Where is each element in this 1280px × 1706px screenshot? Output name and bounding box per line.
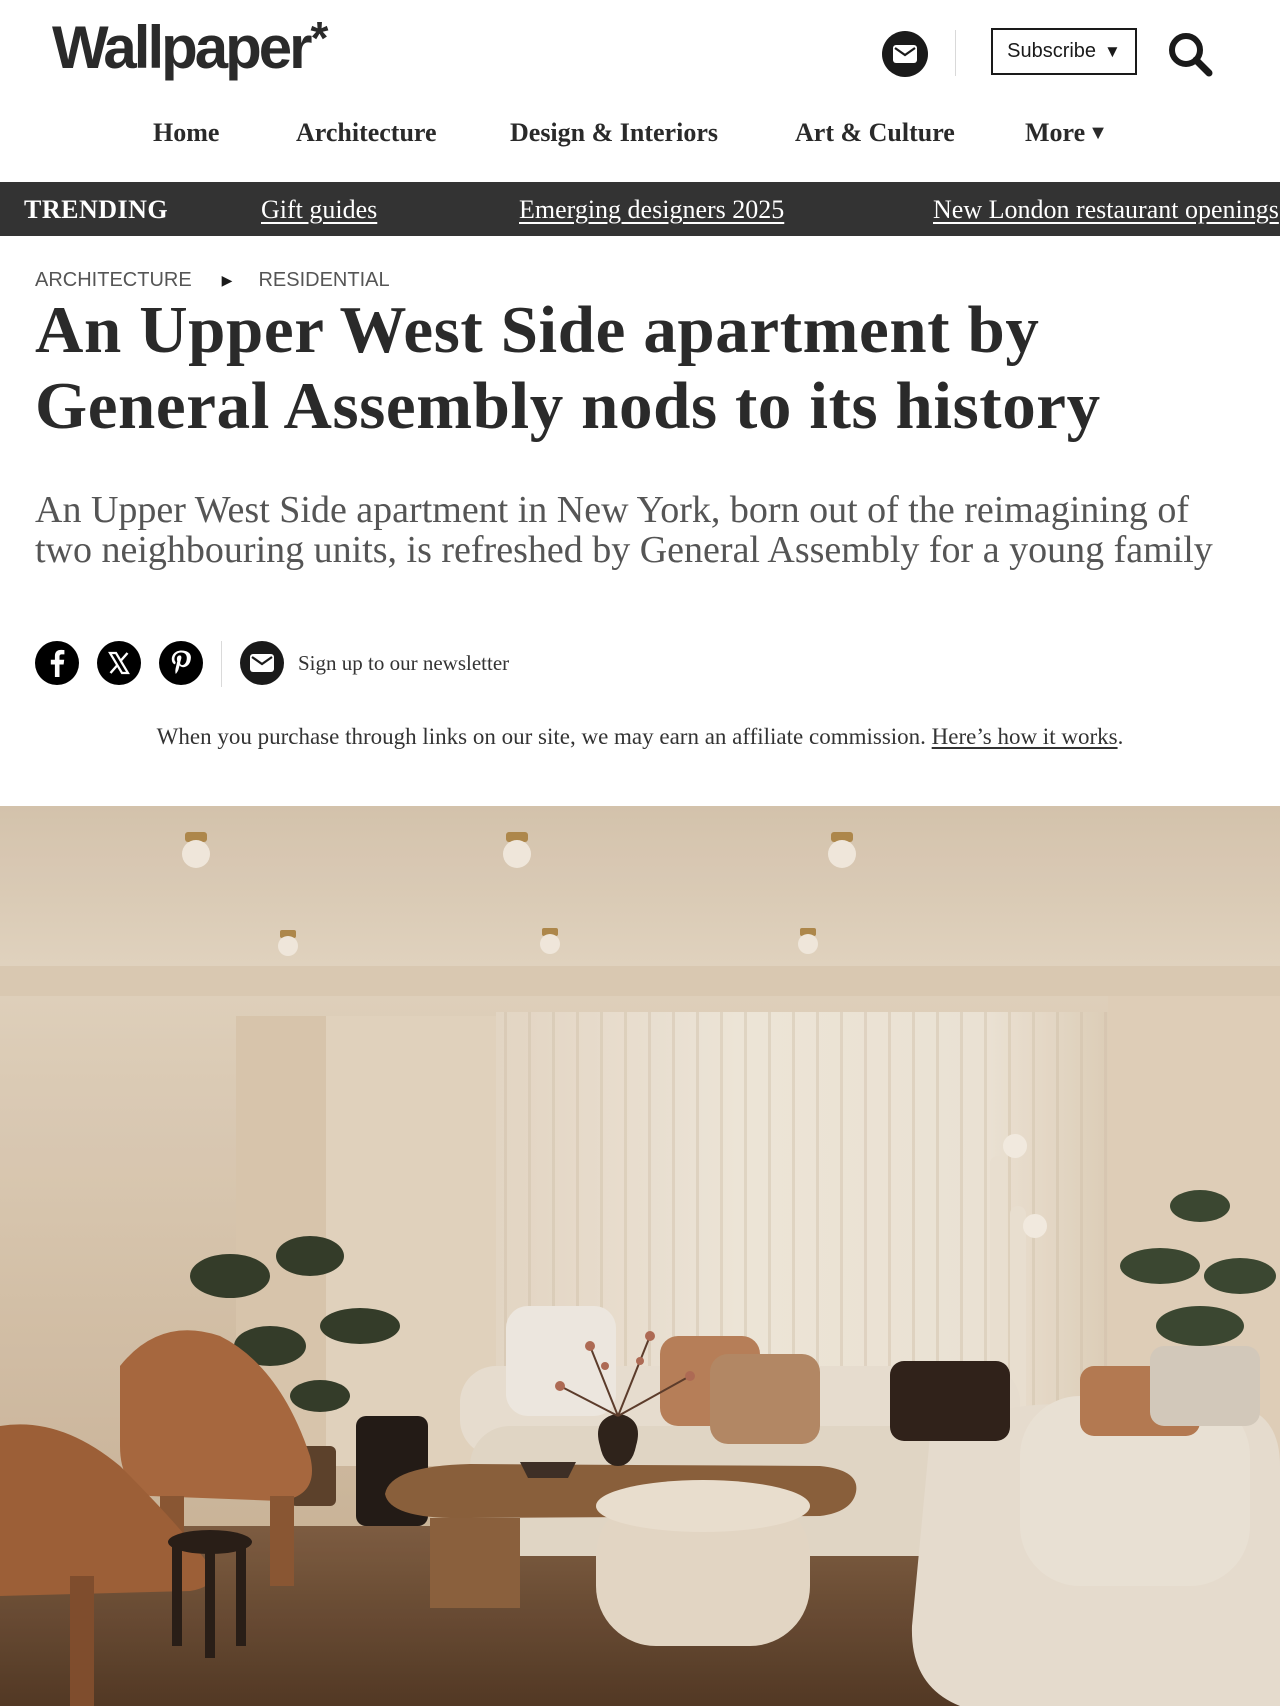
facebook-icon: [50, 649, 65, 677]
chevron-down-icon: ▼: [1088, 122, 1108, 144]
chevron-down-icon: ▼: [1104, 41, 1121, 61]
subscribe-label: Subscribe: [1007, 40, 1097, 62]
hero-illustration: [0, 806, 1280, 1706]
trending-link-london-restaurants[interactable]: New London restaurant openings: [933, 195, 1279, 225]
pinterest-icon: [171, 650, 191, 674]
x-share-button[interactable]: [97, 641, 141, 685]
affiliate-how-it-works-link[interactable]: Here’s how it works: [932, 724, 1118, 749]
nav-item-home[interactable]: Home: [153, 118, 219, 148]
newsletter-signup-link[interactable]: Sign up to our newsletter: [298, 651, 509, 676]
mail-icon: [250, 654, 274, 672]
hero-image-living-room: [0, 806, 1280, 1706]
affiliate-text: When you purchase through links on our s…: [156, 724, 926, 749]
logo-text: Wallpaper: [52, 14, 313, 81]
breadcrumb-residential[interactable]: RESIDENTIAL: [258, 269, 389, 292]
affiliate-trailing: .: [1117, 724, 1124, 749]
share-divider: [221, 641, 222, 687]
main-navigation: Home Architecture Design & Interiors Art…: [0, 118, 1280, 168]
site-header: Wallpaper* Subscribe ▼: [0, 0, 1280, 108]
breadcrumb-arrow-icon: ▶: [221, 272, 233, 288]
newsletter-mail-button[interactable]: [882, 31, 928, 77]
logo-asterisk: *: [310, 12, 329, 64]
pinterest-share-button[interactable]: [159, 641, 203, 685]
trending-label: TRENDING: [24, 195, 169, 224]
search-button[interactable]: [1166, 30, 1214, 78]
header-divider: [955, 30, 956, 76]
nav-item-design-interiors[interactable]: Design & Interiors: [510, 118, 718, 148]
nav-item-more[interactable]: More ▼: [1025, 118, 1108, 148]
x-icon: [108, 651, 130, 675]
subscribe-button[interactable]: Subscribe ▼: [991, 28, 1137, 75]
nav-item-art-culture[interactable]: Art & Culture: [795, 118, 955, 148]
trending-link-emerging-designers[interactable]: Emerging designers 2025: [519, 195, 784, 225]
breadcrumb: ARCHITECTURE ▶ RESIDENTIAL: [35, 269, 390, 292]
trending-bar: TRENDING Gift guides Emerging designers …: [0, 182, 1280, 236]
wallpaper-logo[interactable]: Wallpaper*: [52, 15, 328, 78]
search-icon: [1169, 33, 1213, 77]
trending-link-gift-guides[interactable]: Gift guides: [261, 195, 377, 225]
affiliate-disclosure: When you purchase through links on our s…: [0, 724, 1280, 750]
breadcrumb-architecture[interactable]: ARCHITECTURE: [35, 269, 192, 292]
share-row: Sign up to our newsletter: [35, 641, 635, 687]
facebook-share-button[interactable]: [35, 641, 79, 685]
nav-item-architecture[interactable]: Architecture: [296, 118, 437, 148]
article-title: An Upper West Side apartment by General …: [35, 293, 1101, 443]
nav-more-label: More: [1025, 118, 1086, 147]
newsletter-signup-button[interactable]: [240, 641, 284, 685]
article-standfirst: An Upper West Side apartment in New York…: [35, 489, 1213, 571]
envelope-icon: [893, 45, 917, 63]
